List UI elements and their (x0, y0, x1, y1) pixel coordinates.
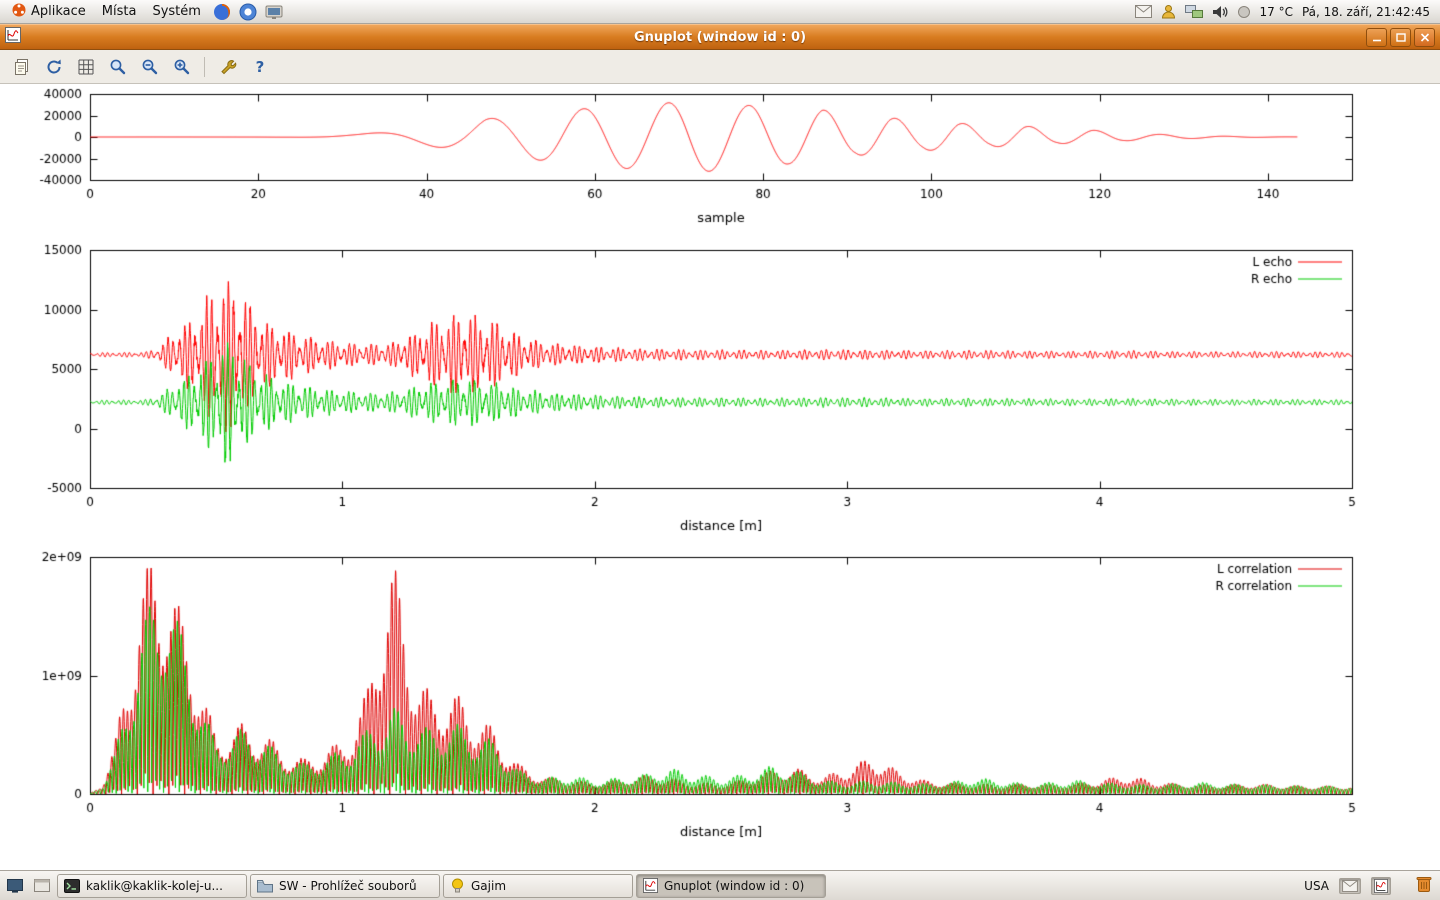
volume-icon[interactable] (1212, 5, 1228, 19)
menu-system-label: Systém (152, 4, 200, 19)
show-desktop-button[interactable] (3, 874, 27, 898)
gnuplot-icon (643, 878, 658, 893)
task-gnuplot[interactable]: Gnuplot (window id : 0) (636, 874, 826, 898)
menu-places[interactable]: Místa (94, 2, 145, 21)
task-file-manager[interactable]: SW - Prohlížeč souborů (250, 874, 440, 898)
replot-icon (45, 58, 63, 76)
top-panel: Aplikace Místa Systém (0, 0, 1440, 24)
terminal-icon (64, 879, 80, 893)
taskbar-tray: USA (1304, 875, 1437, 896)
window-title: Gnuplot (window id : 0) (0, 30, 1440, 45)
weather-icon[interactable] (1237, 5, 1251, 19)
desktop: Aplikace Místa Systém (0, 0, 1440, 900)
task-label: SW - Prohlížeč souborů (279, 879, 417, 893)
gajim-icon (450, 878, 465, 893)
close-button[interactable] (1414, 28, 1435, 47)
zoom-next-button[interactable] (168, 53, 195, 80)
help-icon (239, 3, 257, 21)
clock-label[interactable]: Pá, 18. září, 21:42:45 (1302, 5, 1430, 19)
panel-tray: 17 °C Pá, 18. září, 21:42:45 (1135, 4, 1437, 19)
help-button[interactable]: ? (246, 53, 273, 80)
task-gajim[interactable]: Gajim (443, 874, 633, 898)
export-button[interactable] (8, 53, 35, 80)
menu-applications-label: Aplikace (31, 4, 86, 19)
grid-button[interactable] (72, 53, 99, 80)
minimize-button[interactable] (1366, 28, 1387, 47)
window-list-icon (34, 879, 50, 892)
firefox-launcher[interactable] (210, 1, 234, 23)
window-list-applet[interactable] (30, 874, 54, 898)
plot-tray-icon[interactable] (1371, 877, 1391, 895)
gnuplot-window-icon (5, 27, 21, 47)
menu-applications[interactable]: Aplikace (4, 1, 94, 23)
network-icon[interactable] (1185, 5, 1203, 19)
svg-text:?: ? (255, 58, 264, 76)
menu-places-label: Místa (102, 4, 137, 19)
file-manager-icon (257, 879, 273, 893)
taskbar: kaklik@kaklik-kolej-u... SW - Prohlížeč … (0, 870, 1440, 900)
help-launcher[interactable] (236, 1, 260, 23)
window-toolbar: ? (0, 50, 1440, 84)
zoom-icon (109, 58, 127, 76)
help-icon: ? (251, 58, 269, 76)
maximize-button[interactable] (1390, 28, 1411, 47)
user-icon[interactable] (1161, 4, 1176, 19)
zoom-button[interactable] (104, 53, 131, 80)
task-label: Gnuplot (window id : 0) (664, 879, 804, 893)
keyboard-layout-indicator[interactable]: USA (1304, 879, 1329, 893)
export-icon (13, 58, 31, 76)
replot-button[interactable] (40, 53, 67, 80)
mail-icon[interactable] (1135, 5, 1152, 18)
trash-icon[interactable] (1415, 875, 1433, 896)
window-titlebar[interactable]: Gnuplot (window id : 0) (0, 24, 1440, 50)
task-label: Gajim (471, 879, 506, 893)
ubuntu-logo-icon (12, 3, 26, 21)
toolbar-separator (204, 57, 205, 77)
show-desktop-icon (7, 879, 23, 893)
screenshot-icon (265, 4, 283, 20)
task-label: kaklik@kaklik-kolej-u... (86, 879, 223, 893)
chart-correlation-canvas[interactable] (0, 544, 1440, 866)
chart-signal-canvas[interactable] (0, 84, 1440, 232)
firefox-icon (213, 3, 231, 21)
grid-icon (77, 58, 95, 76)
zoom-previous-button[interactable] (136, 53, 163, 80)
task-terminal[interactable]: kaklik@kaklik-kolej-u... (57, 874, 247, 898)
screenshot-launcher[interactable] (262, 1, 286, 23)
gnuplot-plot-area (0, 84, 1440, 870)
mail-tray-icon[interactable] (1339, 878, 1361, 894)
temperature-label[interactable]: 17 °C (1260, 5, 1293, 19)
menu-system[interactable]: Systém (144, 2, 208, 21)
chart-echo-canvas[interactable] (0, 232, 1440, 544)
settings-icon (219, 58, 237, 76)
zoom-previous-icon (141, 58, 159, 76)
settings-button[interactable] (214, 53, 241, 80)
zoom-next-icon (173, 58, 191, 76)
